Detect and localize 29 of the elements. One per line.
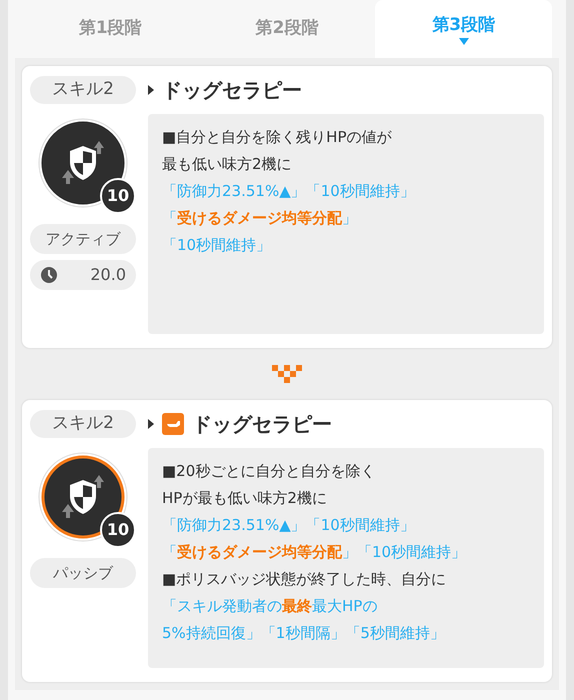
skill-name: ドッグセラピー: [162, 77, 302, 104]
clock-icon: [40, 266, 58, 284]
description-line: 「スキル発動者の最終最大HPの: [162, 596, 378, 617]
skill-type-label: パッシブ: [30, 558, 136, 588]
chevron-down-icon: [272, 365, 302, 383]
description-line: HPが最も低い味方2機に: [162, 488, 327, 509]
stage-tab[interactable]: 第2段階: [198, 0, 376, 58]
description-line: ■自分と自分を除く残りHPの値が: [162, 127, 392, 148]
skill-number-label: スキル2: [30, 76, 136, 104]
description-line: 「防御力23.51%▲」「10秒間維持」: [162, 181, 415, 202]
description-line: 5%持続回復」「1秒間隔」「5秒間維持」: [162, 623, 445, 644]
skill-type-label: アクティブ: [30, 224, 136, 254]
description-line: ■ポリスバッジ状態が終了した時、自分に: [162, 569, 446, 590]
level-badge: 10: [100, 512, 136, 548]
caret-icon: [148, 419, 154, 429]
skill-name: ドッグセラピー: [192, 411, 332, 438]
caret-icon: [148, 85, 154, 95]
description-line: 最も低い味方2機に: [162, 154, 292, 175]
description-line: 「受けるダメージ均等分配」: [162, 208, 357, 229]
description-line: 「受けるダメージ均等分配」「10秒間維持」: [162, 542, 466, 563]
description-line: ■20秒ごとに自分と自分を除く: [162, 461, 376, 482]
caret-down-icon: [458, 38, 469, 46]
description-line: 「防御力23.51%▲」「10秒間維持」: [162, 515, 415, 536]
level-badge: 10: [100, 178, 136, 214]
stage-tab[interactable]: 第3段階: [375, 0, 552, 58]
stage-tab[interactable]: 第1段階: [22, 0, 199, 58]
skill-number-label: スキル2: [30, 410, 136, 438]
description-line: 「10秒間維持」: [162, 235, 272, 256]
cooldown-value: 20.0: [90, 264, 126, 286]
